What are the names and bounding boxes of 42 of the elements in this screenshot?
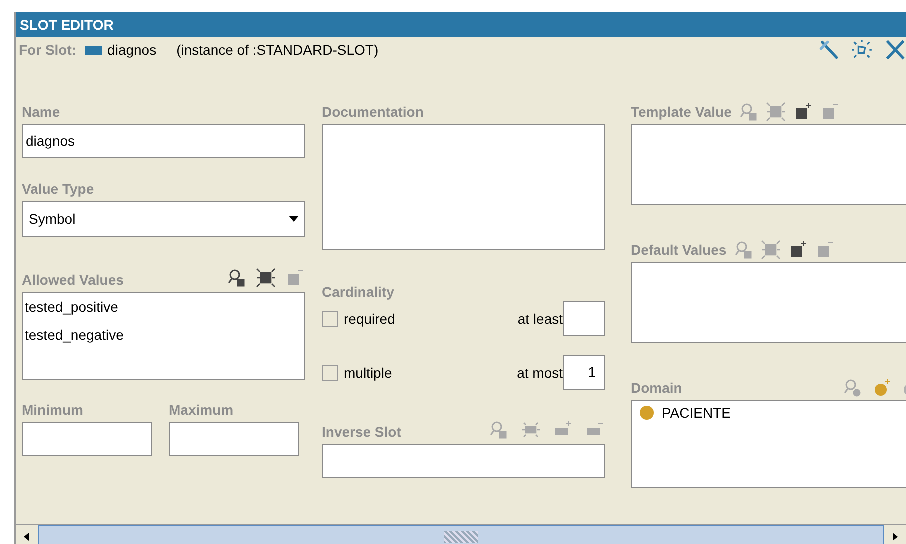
- checkbox-label: multiple: [344, 364, 392, 380]
- bound-label: at most: [517, 364, 563, 380]
- scroll-right-icon[interactable]: [890, 532, 900, 542]
- slot-name: diagnos: [108, 42, 157, 58]
- template-value-field[interactable]: [631, 124, 906, 205]
- checkbox-label: required: [344, 310, 396, 326]
- select-icon[interactable]: [256, 268, 276, 288]
- close-icon[interactable]: [884, 39, 906, 61]
- cardinality-label: Cardinality: [322, 284, 394, 300]
- template-value-label: Template Value: [631, 104, 732, 120]
- domain-label: Domain: [631, 380, 682, 396]
- allowed-values-label: Allowed Values: [22, 272, 124, 288]
- name-field[interactable]: diagnos: [22, 124, 305, 158]
- domain-class-item[interactable]: PACIENTE: [662, 405, 731, 421]
- bound-field[interactable]: 1: [563, 355, 605, 390]
- minimum-field[interactable]: [22, 422, 152, 456]
- bound-field[interactable]: [563, 301, 605, 336]
- maximum-label: Maximum: [169, 402, 234, 418]
- window-title: SLOT EDITOR: [16, 12, 906, 37]
- inverse-slot-field[interactable]: [322, 444, 605, 478]
- bound-label: at least: [518, 310, 563, 326]
- inverse-slot-label: Inverse Slot: [322, 424, 402, 440]
- burst-icon[interactable]: [851, 39, 873, 61]
- scroll-left-icon[interactable]: [22, 532, 32, 542]
- value-type-dropdown[interactable]: Symbol: [22, 201, 305, 237]
- documentation-label: Documentation: [322, 104, 424, 120]
- default-values-label: Default Values: [631, 242, 727, 258]
- add-class-icon[interactable]: [872, 378, 892, 398]
- allowed-value-item[interactable]: tested_positive: [25, 296, 302, 324]
- name-label: Name: [22, 104, 60, 120]
- view-icon[interactable]: [227, 268, 247, 288]
- documentation-field[interactable]: [322, 124, 605, 250]
- for-slot-label: For Slot:: [19, 42, 77, 58]
- minimum-label: Minimum: [22, 402, 84, 418]
- checkbox[interactable]: [322, 310, 338, 326]
- instance-of-text: (instance of :STANDARD-SLOT): [176, 42, 379, 58]
- pin-icon[interactable]: [818, 39, 840, 61]
- checkbox[interactable]: [322, 364, 338, 380]
- maximum-field[interactable]: [169, 422, 299, 456]
- value-type-label: Value Type: [22, 181, 94, 197]
- caret-icon: [288, 215, 300, 223]
- allowed-value-item[interactable]: tested_negative: [25, 324, 302, 352]
